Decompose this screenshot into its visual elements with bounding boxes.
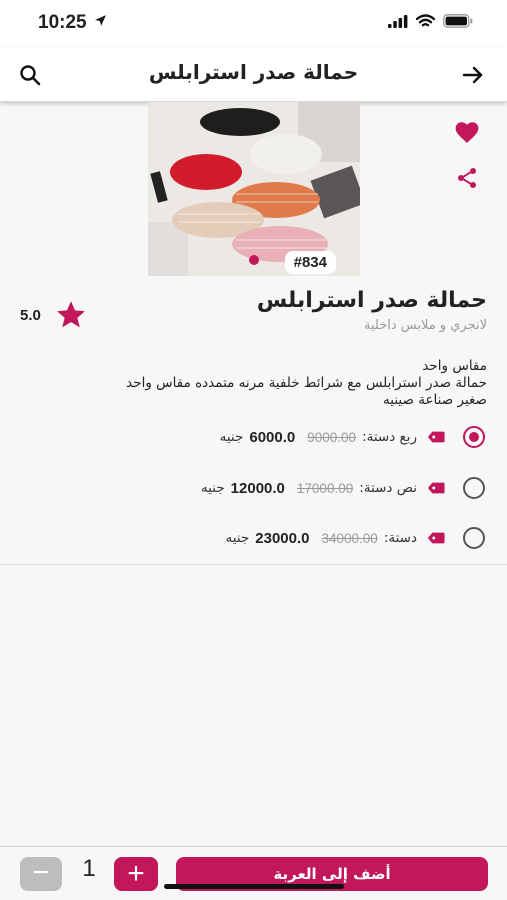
option-currency: جنيه: [200, 480, 225, 496]
wifi-icon: [416, 14, 435, 27]
option-label: دستة:: [383, 530, 417, 546]
heart-icon: [455, 122, 479, 143]
star-icon: [56, 301, 85, 328]
option-radio[interactable]: [463, 527, 485, 549]
home-indicator: [164, 884, 344, 889]
option-label: ربع دستة:: [362, 429, 417, 445]
option-price: 6000.0: [249, 428, 296, 446]
option-currency: جنيه: [225, 530, 250, 546]
description-line: حمالة صدر استرابلس مع شرائط خلفية مرنه م…: [126, 375, 487, 391]
option-old-price: 9000.00: [307, 429, 357, 445]
rating-value: 5.0: [20, 306, 41, 324]
option-price: 12000.0: [230, 479, 285, 497]
page-title: حمالة صدر استرابلس: [148, 60, 359, 84]
location-arrow-icon: [94, 15, 106, 26]
product-rating: 5.0: [20, 300, 87, 330]
quantity-value: 1: [82, 855, 96, 882]
status-indicators: [388, 14, 473, 28]
app-bar: حمالة صدر استرابلس: [0, 48, 507, 102]
tag-icon: [427, 530, 445, 546]
share-icon: [458, 168, 476, 188]
description-line: صغير صناعة صينيه: [383, 392, 487, 408]
option-old-price: 34000.00: [321, 530, 378, 546]
option-half-dozen[interactable]: نص دستة: 17000.00 12000.0 جنيه: [16, 470, 491, 506]
product-code-badge: #834: [284, 251, 336, 274]
option-price: 23000.0: [255, 529, 310, 547]
share-button[interactable]: [451, 162, 483, 194]
product-photo: [148, 102, 360, 276]
option-radio[interactable]: [463, 426, 485, 448]
option-label: نص دستة:: [359, 480, 417, 496]
tag-icon: [427, 480, 445, 496]
battery-icon: [443, 14, 473, 28]
back-button[interactable]: [457, 59, 489, 91]
tag-icon: [427, 429, 445, 445]
signal-icon: [388, 14, 408, 28]
product-description: مقاس واحد حمالة صدر استرابلس مع شرائط خل…: [17, 358, 487, 409]
option-old-price: 17000.00: [296, 480, 354, 496]
arrow-forward-icon: [462, 66, 483, 84]
increase-quantity-button[interactable]: +: [114, 857, 158, 891]
description-line: مقاس واحد: [422, 358, 487, 374]
option-quarter-dozen[interactable]: ربع دستة: 9000.00 6000.0 جنيه: [16, 419, 491, 455]
option-currency: جنيه: [219, 429, 244, 445]
product-category: لانجري و ملابس داخلية: [364, 318, 487, 333]
product-name: حمالة صدر استرابلس: [256, 288, 487, 313]
decrease-quantity-button[interactable]: −: [20, 857, 62, 891]
favorite-button[interactable]: [451, 116, 483, 148]
status-bar: 10:25: [0, 0, 507, 48]
option-dozen[interactable]: دستة: 34000.00 23000.0 جنيه: [16, 520, 491, 556]
product-image[interactable]: #834: [148, 102, 360, 276]
divider: [0, 564, 507, 565]
bottom-bar: − 1 + أضف إلى العربة: [0, 846, 507, 900]
clock-text: 10:25: [38, 12, 87, 33]
option-radio[interactable]: [463, 477, 485, 499]
status-time: 10:25: [38, 12, 107, 34]
